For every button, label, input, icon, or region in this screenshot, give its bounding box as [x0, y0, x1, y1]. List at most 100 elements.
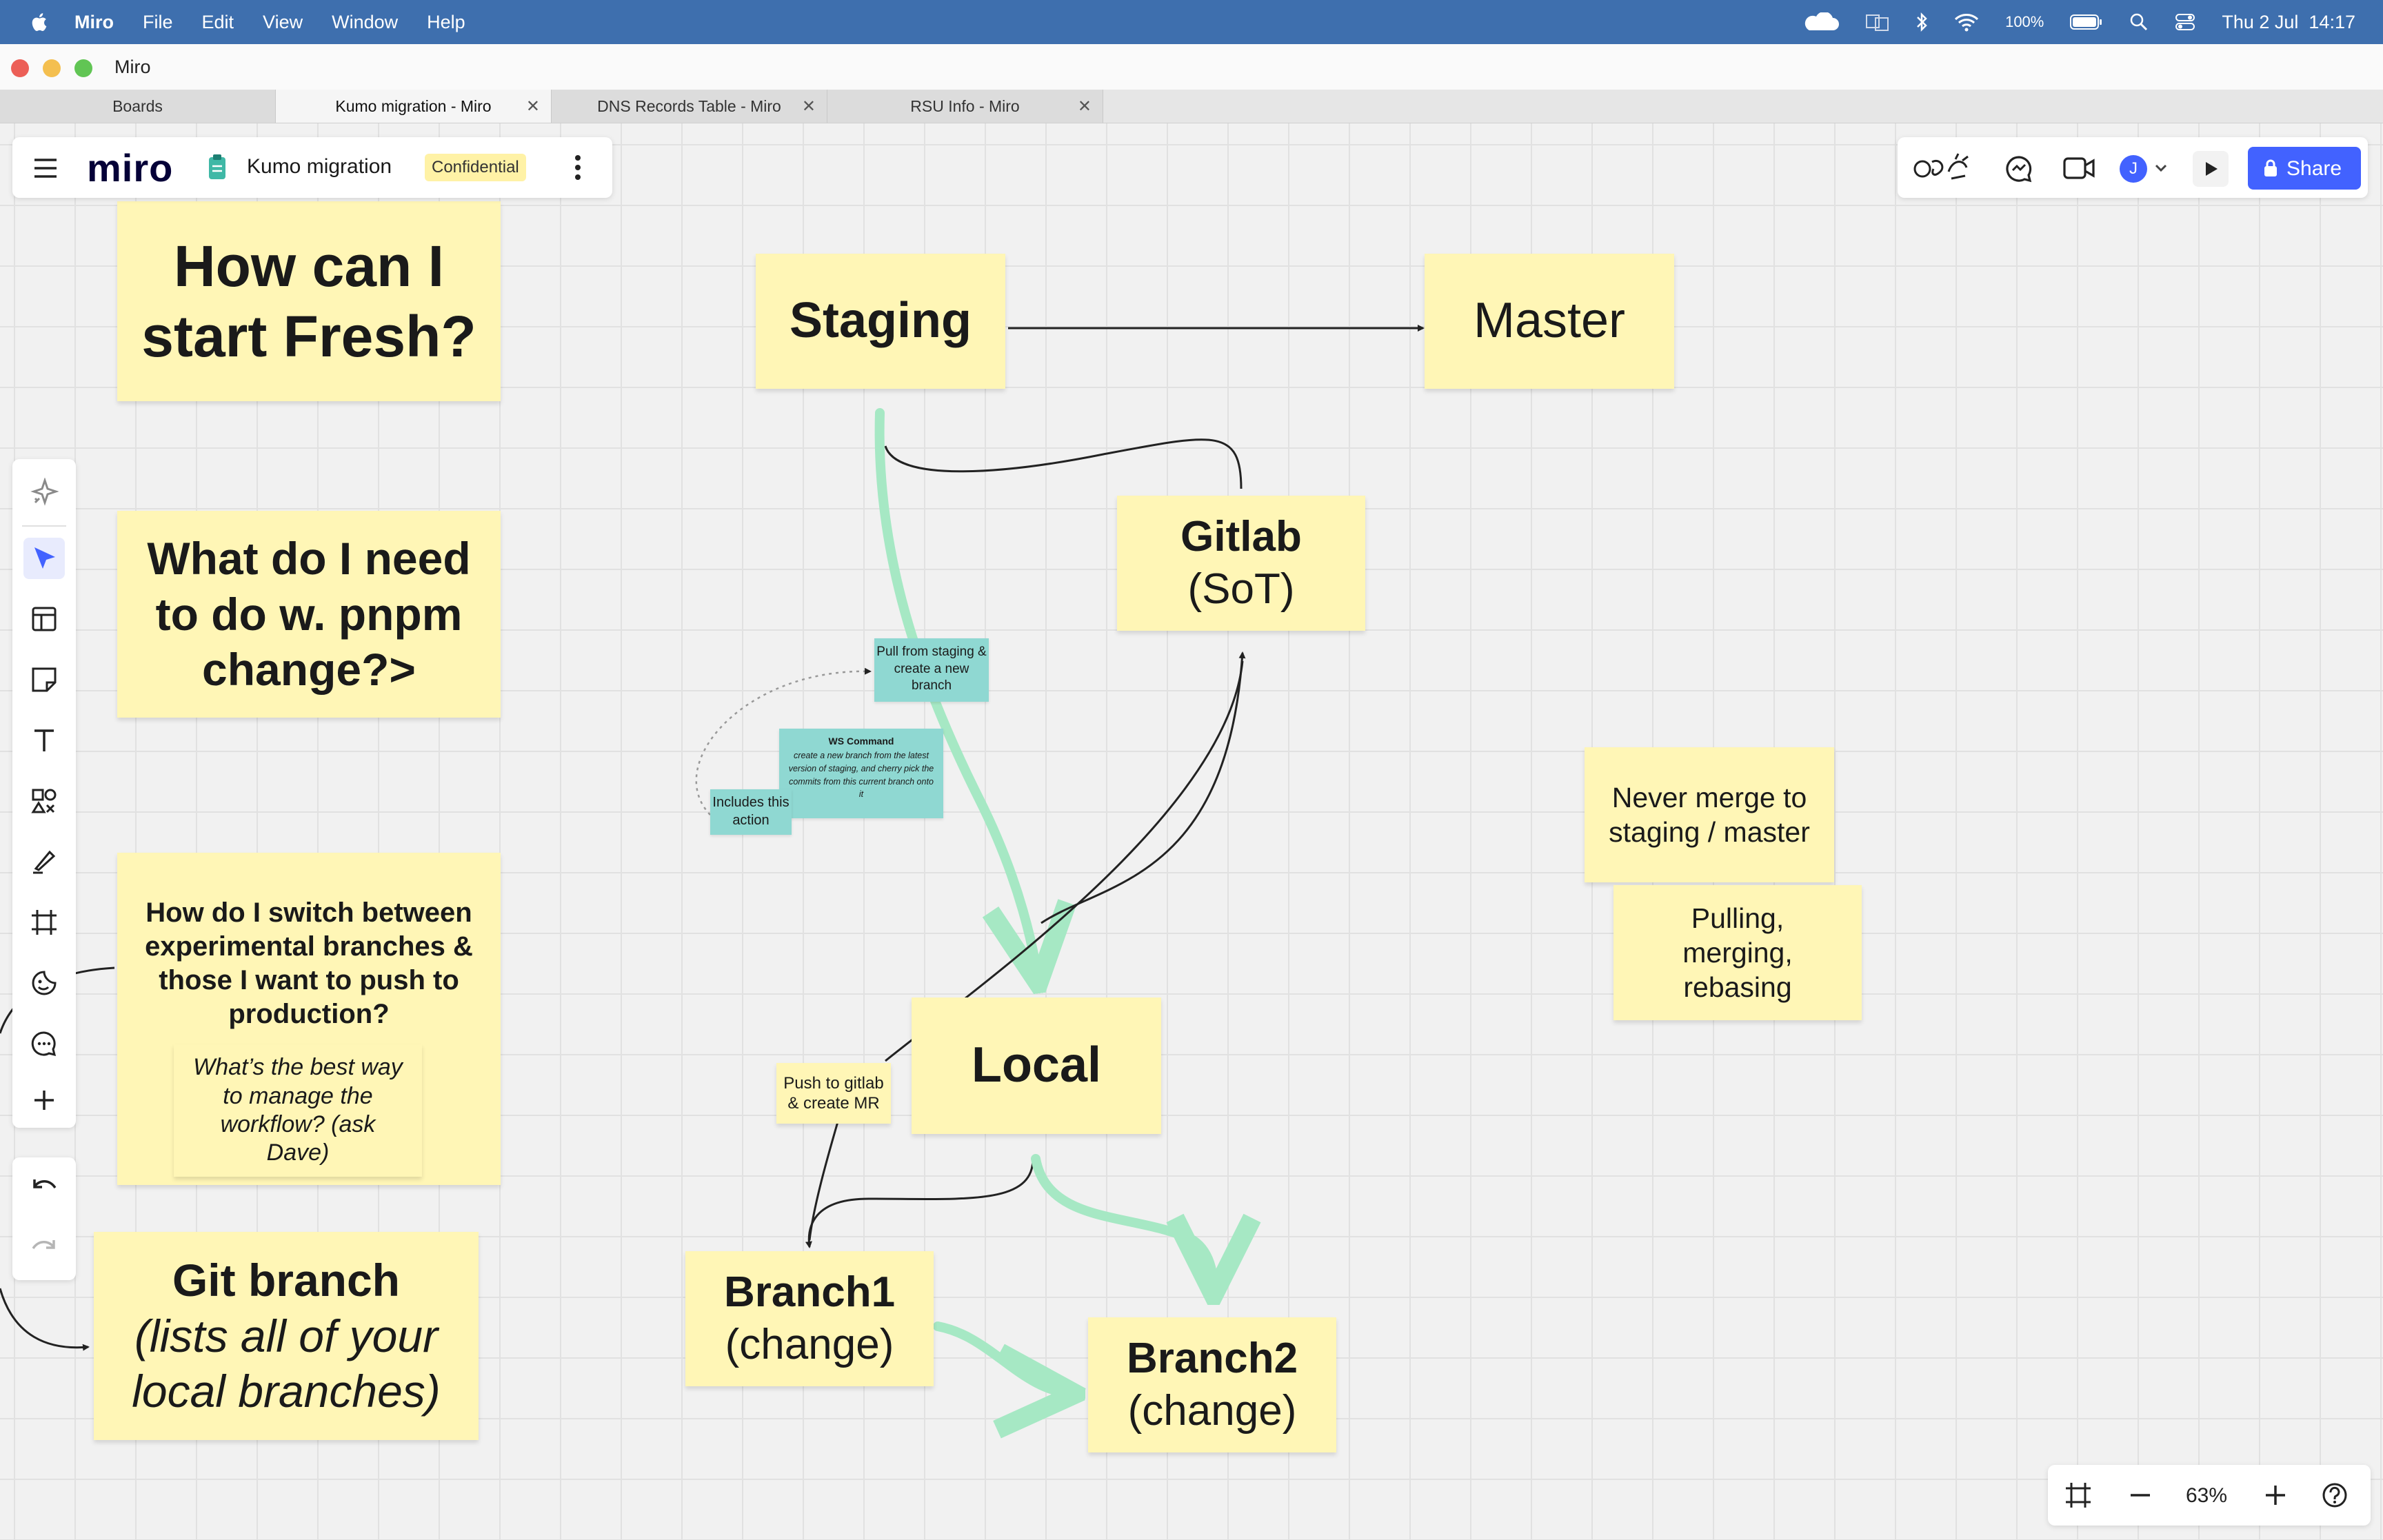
- sticky-pulling-merging[interactable]: Pulling, merging, rebasing: [1613, 885, 1862, 1020]
- main-menu-icon[interactable]: [33, 158, 58, 179]
- cloud-icon[interactable]: [1802, 12, 1840, 32]
- sticky-text: Staging: [790, 293, 972, 349]
- play-icon: [2206, 162, 2218, 176]
- close-window-button[interactable]: [11, 59, 29, 77]
- text-tool[interactable]: [23, 720, 65, 761]
- tab-label: Kumo migration - Miro: [335, 97, 492, 115]
- menu-edit[interactable]: Edit: [202, 12, 234, 33]
- menu-window[interactable]: Window: [332, 12, 398, 33]
- plus-icon: [34, 1091, 54, 1110]
- tab-dns-records[interactable]: DNS Records Table - Miro ✕: [552, 90, 827, 123]
- sticky-text: How can I start Fresh?: [141, 233, 476, 369]
- sticky-pnpm[interactable]: What do I need to do w. pnpm change?>: [117, 511, 501, 718]
- sticky-staging[interactable]: Staging: [756, 254, 1005, 389]
- sticky-text: Push to gitlab & create MR: [783, 1073, 884, 1113]
- history-toolbar: [12, 1157, 76, 1280]
- menubar-datetime[interactable]: Thu 2 Jul 14:17: [2222, 12, 2355, 33]
- close-tab-icon[interactable]: ✕: [1078, 97, 1092, 116]
- confidential-badge[interactable]: Confidential: [425, 154, 526, 181]
- stickers-tool[interactable]: [23, 962, 65, 1004]
- ai-assist-button[interactable]: [23, 472, 65, 513]
- sticky-subtitle: (change): [725, 1321, 894, 1368]
- translate-icon[interactable]: [1866, 13, 1889, 31]
- battery-icon[interactable]: [2070, 14, 2103, 30]
- sticky-gitlab[interactable]: Gitlab (SoT): [1117, 496, 1365, 631]
- sticky-title: Branch1: [723, 1268, 896, 1317]
- zoom-level[interactable]: 63%: [2186, 1484, 2227, 1508]
- apple-logo-icon[interactable]: [29, 12, 48, 32]
- avatar-initial: J: [2129, 159, 2138, 178]
- undo-button[interactable]: [23, 1167, 65, 1208]
- tab-rsu-info[interactable]: RSU Info - Miro ✕: [827, 90, 1103, 123]
- chevron-down-icon[interactable]: [2154, 163, 2168, 173]
- tab-label: RSU Info - Miro: [910, 97, 1020, 115]
- connector-staging-gitlab: [884, 438, 1243, 489]
- menu-file[interactable]: File: [143, 12, 173, 33]
- pen-tool[interactable]: [23, 841, 65, 882]
- zoom-in-icon[interactable]: [2262, 1481, 2289, 1509]
- note-ws-command[interactable]: WS Command create a new branch from the …: [779, 729, 943, 818]
- board-name[interactable]: Kumo migration: [247, 155, 392, 179]
- sticky-master[interactable]: Master: [1425, 254, 1674, 389]
- battery-percent: 100%: [2005, 13, 2044, 30]
- sticky-never-merge[interactable]: Never merge to staging / master: [1585, 747, 1834, 882]
- board-icon: [209, 154, 225, 179]
- select-tool[interactable]: [23, 538, 65, 579]
- sticky-title: Gitlab: [1180, 513, 1302, 561]
- text-icon: [34, 729, 54, 751]
- sticky-text: Master: [1473, 293, 1626, 349]
- connector-push-to-branch1: [808, 1119, 840, 1241]
- lock-icon: [2264, 159, 2277, 176]
- user-avatar[interactable]: J: [2120, 155, 2147, 183]
- sticky-push-gitlab[interactable]: Push to gitlab & create MR: [776, 1063, 891, 1124]
- shapes-tool[interactable]: [23, 780, 65, 822]
- control-center-icon[interactable]: [2175, 12, 2195, 32]
- zoom-window-button[interactable]: [74, 59, 92, 77]
- sticky-branch2[interactable]: Branch2 (change): [1088, 1317, 1336, 1452]
- tab-label: Boards: [112, 97, 163, 115]
- sticky-note-icon: [32, 667, 57, 692]
- templates-tool[interactable]: [23, 598, 65, 640]
- menu-help[interactable]: Help: [427, 12, 465, 33]
- sticky-workflow[interactable]: What’s the best way to manage the workfl…: [174, 1044, 422, 1177]
- note-includes-action[interactable]: Includes this action: [710, 789, 792, 835]
- sticky-text: What’s the best way to manage the workfl…: [193, 1054, 403, 1166]
- tab-kumo-migration[interactable]: Kumo migration - Miro ✕: [276, 90, 552, 123]
- help-icon[interactable]: [2321, 1481, 2349, 1509]
- frames-panel-icon[interactable]: [2064, 1481, 2092, 1509]
- sticky-git-branch[interactable]: Git branch (lists all of your local bran…: [94, 1232, 479, 1440]
- comment-icon: [31, 1031, 57, 1057]
- bluetooth-icon[interactable]: [1916, 12, 1928, 32]
- frame-tool[interactable]: [23, 902, 65, 943]
- more-options-icon[interactable]: [574, 154, 582, 181]
- board-header: miro Kumo migration Confidential: [12, 137, 612, 198]
- present-button[interactable]: [2193, 151, 2229, 187]
- comments-icon[interactable]: [2005, 155, 2033, 183]
- sticky-text: What do I need to do w. pnpm change?>: [147, 533, 471, 696]
- minimize-window-button[interactable]: [43, 59, 61, 77]
- menu-view[interactable]: View: [263, 12, 303, 33]
- close-tab-icon[interactable]: ✕: [526, 97, 540, 116]
- arrow-local-to-branch1: [805, 1157, 1034, 1248]
- reactions-icon[interactable]: [1913, 151, 1975, 184]
- redo-button[interactable]: [23, 1228, 65, 1269]
- menu-app-name[interactable]: Miro: [74, 12, 114, 33]
- zoom-out-icon[interactable]: [2126, 1481, 2154, 1509]
- wifi-icon[interactable]: [1954, 12, 1979, 32]
- note-pull-from-staging[interactable]: Pull from staging & create a new branch: [874, 638, 989, 702]
- board-canvas[interactable]: How can I start Fresh? What do I need to…: [0, 123, 2383, 1540]
- tab-boards[interactable]: Boards: [0, 90, 276, 123]
- close-tab-icon[interactable]: ✕: [802, 97, 816, 116]
- sticky-local[interactable]: Local: [912, 997, 1161, 1134]
- sticky-branch1[interactable]: Branch1 (change): [685, 1251, 934, 1386]
- share-button[interactable]: Share: [2248, 147, 2361, 190]
- sticky-note-tool[interactable]: [23, 659, 65, 700]
- comment-tool[interactable]: [23, 1023, 65, 1064]
- more-tools-button[interactable]: [23, 1080, 65, 1121]
- note-body: create a new branch from the latest vers…: [788, 751, 934, 800]
- miro-logo[interactable]: miro: [87, 145, 173, 190]
- spotlight-search-icon[interactable]: [2129, 12, 2149, 32]
- sticky-start-fresh[interactable]: How can I start Fresh?: [117, 201, 501, 401]
- video-call-icon[interactable]: [2063, 156, 2095, 180]
- sticky-subtitle: (SoT): [1187, 565, 1295, 613]
